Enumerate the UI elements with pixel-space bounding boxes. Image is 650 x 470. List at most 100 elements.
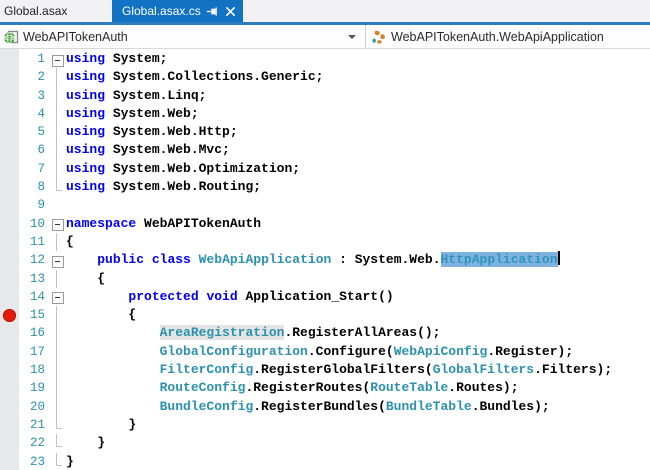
line-number: 4 [37,106,45,121]
code-text[interactable]: FilterConfig.RegisterGlobalFilters(Globa… [66,361,613,379]
outline-guide [49,324,66,344]
document-tab-bar: Global.asax Global.asax.cs [0,0,650,22]
code-line: 9 [0,196,650,214]
collapse-toggle-icon[interactable] [49,251,66,269]
line-number: 17 [29,344,45,359]
navigation-bar: WebAPITokenAuth WebAPITokenAuth.WebApiAp… [0,25,650,49]
outline-guide [49,196,66,214]
outline-guide [49,397,66,417]
code-line: 2 using System.Collections.Generic; [0,68,650,87]
line-number: 15 [29,308,45,323]
line-number: 19 [29,381,45,396]
line-number: 18 [29,363,45,378]
outline-guide [49,178,66,196]
outline-guide [49,269,66,289]
code-line: 15 { [0,306,650,325]
line-number: 16 [29,326,45,341]
code-line: 11 { [0,232,650,252]
outline-guide [49,434,66,452]
outline-guide [49,141,66,161]
tab-label: Global.asax.cs [122,4,201,18]
code-line: 5 using System.Web.Http; [0,123,650,142]
outline-guide [49,86,66,106]
project-icon [3,30,19,44]
type-name: WebAPITokenAuth.WebApiApplication [391,29,604,44]
line-number: 22 [29,436,45,451]
code-text[interactable]: using System.Web.Http; [66,123,238,141]
code-text[interactable]: GlobalConfiguration.Configure(WebApiConf… [66,343,574,361]
code-line: 6 using System.Web.Mvc; [0,141,650,161]
code-text[interactable]: { [66,233,74,251]
code-text[interactable]: { [66,270,105,288]
type-dropdown[interactable]: WebAPITokenAuth.WebApiApplication [367,25,650,48]
code-text[interactable]: } [66,434,105,452]
close-icon[interactable] [224,5,237,18]
code-line: 14 protected void Application_Start() [0,288,650,306]
outline-guide [49,104,66,124]
project-dropdown[interactable]: WebAPITokenAuth [0,25,366,48]
code-line: 7 using System.Web.Optimization; [0,159,650,179]
code-text[interactable]: RouteConfig.RegisterRoutes(RouteTable.Ro… [66,379,519,397]
code-text[interactable]: using System.Collections.Generic; [66,68,323,86]
outline-guide [49,159,66,179]
outline-guide [49,379,66,398]
code-text[interactable]: AreaRegistration.RegisterAllAreas(); [66,324,440,342]
line-number: 3 [37,88,45,103]
vs-editor-window: Global.asax Global.asax.cs WebAPITokenAu… [0,0,650,470]
code-text[interactable]: using System.Web.Optimization; [66,160,300,178]
code-line: 12 public class WebApiApplication : Syst… [0,251,650,269]
tab-label: Global.asax [4,4,68,18]
code-line: 1 using System; [0,50,650,68]
code-line: 4 using System.Web; [0,104,650,124]
code-line: 21 } [0,415,650,434]
code-line: 10 namespace WebAPITokenAuth [0,215,650,233]
code-editor: 1 using System; 2 using System.Collections.… [0,49,650,470]
code-text[interactable]: public class WebApiApplication : System.… [66,251,560,269]
line-number: 21 [29,417,45,432]
line-number: 7 [37,161,45,176]
line-number: 9 [37,198,45,213]
chevron-down-icon [348,34,356,39]
code-lines: 1 using System; 2 using System.Collections.… [0,50,650,470]
code-line: 3 using System.Linq; [0,86,650,106]
code-text[interactable]: using System.Web.Mvc; [66,141,230,159]
project-name: WebAPITokenAuth [23,29,128,44]
outline-guide [49,415,66,434]
code-line: 18 FilterConfig.RegisterGlobalFilters(Gl… [0,361,650,380]
outline-guide [49,452,66,470]
pin-icon[interactable] [206,5,219,18]
line-number: 6 [37,143,45,158]
line-number: 12 [29,253,45,268]
code-text[interactable]: using System; [66,50,167,68]
code-text[interactable]: { [66,306,136,324]
code-line: 22 } [0,434,650,452]
line-number: 8 [37,180,45,195]
code-text[interactable]: protected void Application_Start() [66,288,393,306]
line-number: 23 [29,454,45,469]
code-line: 8 using System.Web.Routing; [0,178,650,196]
code-text[interactable]: namespace WebAPITokenAuth [66,215,261,233]
code-text[interactable]: } [66,453,74,470]
line-number: 20 [29,399,45,414]
collapse-toggle-icon[interactable] [49,215,66,233]
class-icon [372,30,385,44]
outline-guide [49,232,66,252]
text-caret [557,251,560,266]
tab-global-asax-cs[interactable]: Global.asax.cs [112,0,243,22]
code-text[interactable]: using System.Linq; [66,87,206,105]
outline-guide [49,342,66,362]
collapse-toggle-icon[interactable] [49,50,66,68]
line-number: 14 [29,289,45,304]
code-text[interactable]: using System.Web; [66,105,199,123]
line-number: 13 [29,271,45,286]
outline-guide [49,361,66,380]
line-number: 5 [37,125,45,140]
code-line: 20 BundleConfig.RegisterBundles(BundleTa… [0,397,650,417]
code-text[interactable]: } [66,416,136,434]
tab-global-asax[interactable]: Global.asax [0,0,108,22]
outline-guide [49,306,66,325]
collapse-toggle-icon[interactable] [49,288,66,306]
code-text[interactable]: using System.Web.Routing; [66,178,261,196]
line-number: 10 [29,216,45,231]
code-text[interactable]: BundleConfig.RegisterBundles(BundleTable… [66,398,550,416]
